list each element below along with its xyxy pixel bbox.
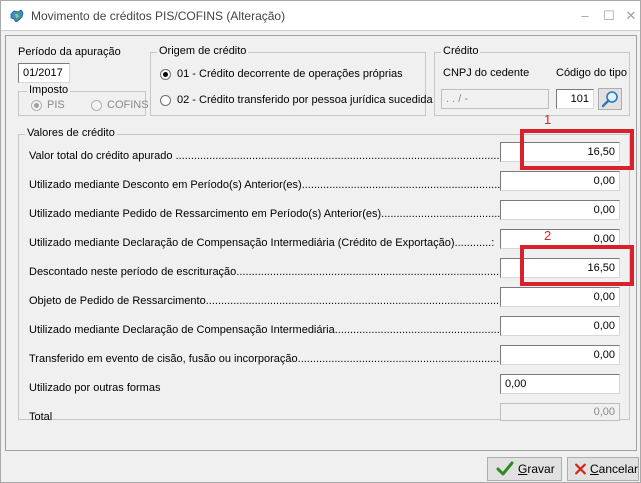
- maximize-icon[interactable]: ☐: [600, 7, 618, 25]
- periodo-input[interactable]: 01/2017: [18, 63, 70, 83]
- highlight-box-1: [520, 129, 634, 170]
- imposto-group: Imposto PIS COFINS: [18, 84, 149, 116]
- compensacao-exportacao-label: Utilizado mediante Declaração de Compens…: [29, 237, 495, 249]
- origem-01-label: 01 - Crédito decorrente de operações pró…: [177, 68, 403, 80]
- periodo-label: Período da apuração: [18, 46, 121, 58]
- imposto-pis-radio[interactable]: [31, 100, 42, 111]
- row-leader-dots: ............:: [454, 237, 495, 249]
- ressarcimento-anterior-label: Utilizado mediante Pedido de Ressarcimen…: [29, 208, 541, 220]
- imposto-pis-label: PIS: [47, 99, 65, 111]
- desconto-anterior-label: Utilizado mediante Desconto em Período(s…: [29, 179, 571, 191]
- total-label: Total: [29, 411, 53, 423]
- imposto-cofins-label: COFINS: [107, 99, 149, 111]
- valor-total-label: Valor total do crédito apurado .........…: [29, 150, 543, 162]
- ressarcimento-anterior-input[interactable]: 0,00: [500, 200, 620, 220]
- close-icon[interactable]: ✕: [622, 7, 640, 25]
- title-bar[interactable]: Movimento de créditos PIS/COFINS (Altera…: [1, 1, 640, 31]
- transferido-cisao-input[interactable]: 0,00: [500, 345, 620, 365]
- outras-formas-input[interactable]: 0,00: [500, 374, 620, 394]
- origem-01-radio[interactable]: [160, 69, 171, 80]
- origem-group: Origem de crédito 01 - Crédito decorrent…: [150, 45, 433, 116]
- cancel-x-icon: [575, 463, 586, 475]
- app-map-icon: [10, 9, 24, 23]
- cnpj-label: CNPJ do cedente: [443, 67, 530, 79]
- origem-02-radio[interactable]: [160, 95, 171, 106]
- outras-formas-label: Utilizado por outras formas: [29, 382, 161, 394]
- gravar-label: Gravar: [518, 462, 555, 476]
- imposto-cofins-radio[interactable]: [91, 100, 102, 111]
- window-title: Movimento de créditos PIS/COFINS (Altera…: [31, 9, 286, 23]
- origem-title: Origem de crédito: [157, 45, 249, 57]
- dialog-window: Movimento de créditos PIS/COFINS (Altera…: [0, 0, 641, 483]
- imposto-title: Imposto: [27, 84, 71, 96]
- checkmark-icon: [496, 461, 514, 476]
- annotation-number-1: 1: [544, 112, 552, 127]
- objeto-ressarcimento-input[interactable]: 0,00: [500, 287, 620, 307]
- objeto-ressarcimento-label: Objeto de Pedido de Ressarcimento.......…: [29, 295, 567, 307]
- descontado-periodo-label: Descontado neste período de escrituração…: [29, 266, 558, 278]
- compensacao-intermediaria-input[interactable]: 0,00: [500, 316, 620, 336]
- compensacao-intermediaria-label: Utilizado mediante Declaração de Compens…: [29, 324, 567, 336]
- total-input: 0,00: [500, 403, 620, 421]
- gravar-button[interactable]: Gravar: [487, 457, 562, 481]
- cancelar-button[interactable]: Cancelar: [567, 457, 639, 481]
- minimize-icon[interactable]: –: [576, 7, 594, 25]
- annotation-number-2: 2: [544, 228, 552, 243]
- highlight-box-2: [520, 245, 634, 286]
- transferido-cisao-label: Transferido em evento de cisão, fusão ou…: [29, 353, 558, 365]
- main-panel: Período da apuração 01/2017 Imposto PIS …: [5, 35, 637, 451]
- codigo-tipo-input[interactable]: 101: [556, 89, 594, 109]
- row-leader-dots: ........................................…: [175, 150, 543, 162]
- valores-title: Valores de crédito: [25, 127, 117, 139]
- magnifier-icon: [601, 91, 618, 108]
- cnpj-input[interactable]: . . / -: [441, 89, 549, 109]
- search-tipo-button[interactable]: [598, 88, 622, 110]
- cancelar-label: Cancelar: [589, 462, 638, 476]
- credito-group: Crédito CNPJ do cedente . . / - Código d…: [434, 45, 630, 116]
- origem-02-label: 02 - Crédito transferido por pessoa jurí…: [177, 94, 433, 106]
- credito-title: Crédito: [441, 45, 481, 57]
- desconto-anterior-input[interactable]: 0,00: [500, 171, 620, 191]
- codigo-tipo-label: Código do tipo: [556, 67, 627, 79]
